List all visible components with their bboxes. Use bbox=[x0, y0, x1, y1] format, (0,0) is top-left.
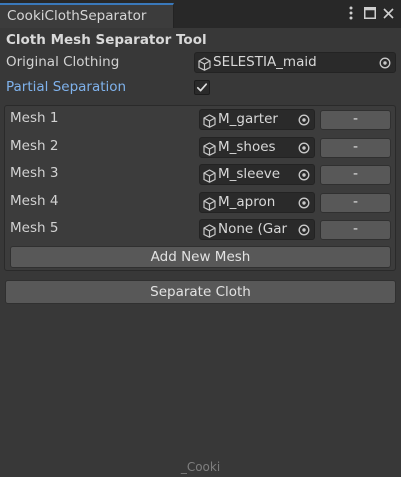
object-picker-icon[interactable] bbox=[293, 220, 314, 239]
partial-separation-checkbox[interactable] bbox=[194, 80, 210, 95]
mesh-object-value: M_shoes bbox=[218, 139, 276, 155]
remove-mesh-button[interactable]: - bbox=[320, 137, 391, 158]
mesh-object-value: M_garter bbox=[218, 111, 278, 127]
original-clothing-field[interactable]: SELESTIA_maid bbox=[194, 52, 396, 73]
footer-credit: _Cooki bbox=[180, 460, 221, 474]
object-picker-icon[interactable] bbox=[293, 165, 314, 184]
mesh-object-value: M_sleeve bbox=[218, 166, 281, 182]
gameobject-cube-icon bbox=[203, 168, 216, 183]
mesh-object-field[interactable]: M_shoes bbox=[199, 137, 315, 158]
remove-mesh-button[interactable]: - bbox=[320, 109, 391, 130]
tab-bar: CookiClothSeparator bbox=[0, 0, 401, 28]
mesh-object-field[interactable]: M_apron bbox=[199, 192, 315, 213]
checkmark-icon bbox=[196, 83, 208, 92]
object-picker-icon[interactable] bbox=[293, 193, 314, 212]
gameobject-cube-icon bbox=[203, 141, 216, 156]
gameobject-cube-icon bbox=[203, 113, 216, 128]
more-options-icon[interactable] bbox=[344, 5, 357, 21]
mesh-label: Mesh 2 bbox=[10, 138, 59, 154]
object-picker-icon[interactable] bbox=[293, 138, 314, 157]
mesh-object-value: M_apron bbox=[218, 194, 276, 210]
mesh-label: Mesh 3 bbox=[10, 165, 59, 181]
maximize-icon[interactable] bbox=[363, 5, 376, 21]
separate-cloth-button[interactable]: Separate Cloth bbox=[5, 280, 396, 304]
remove-mesh-button[interactable]: - bbox=[320, 192, 391, 213]
mesh-label: Mesh 4 bbox=[10, 193, 59, 209]
original-clothing-value: SELESTIA_maid bbox=[213, 54, 317, 70]
cooki-cloth-separator-window: CookiClothSeparator Cloth Mesh Separator… bbox=[0, 0, 401, 477]
mesh-object-field[interactable]: None (Gar bbox=[199, 219, 315, 240]
mesh-object-field[interactable]: M_sleeve bbox=[199, 164, 315, 185]
mesh-object-field[interactable]: M_garter bbox=[199, 109, 315, 130]
partial-separation-label: Partial Separation bbox=[6, 79, 127, 95]
gameobject-cube-icon bbox=[203, 223, 216, 238]
add-new-mesh-button[interactable]: Add New Mesh bbox=[10, 246, 391, 268]
window-controls bbox=[344, 5, 395, 21]
remove-mesh-button[interactable]: - bbox=[320, 164, 391, 185]
mesh-label: Mesh 1 bbox=[10, 110, 59, 126]
object-picker-icon[interactable] bbox=[374, 53, 395, 72]
mesh-label: Mesh 5 bbox=[10, 220, 59, 236]
tool-title: Cloth Mesh Separator Tool bbox=[6, 32, 207, 48]
gameobject-cube-icon bbox=[203, 196, 216, 211]
close-icon[interactable] bbox=[382, 5, 395, 21]
object-picker-icon[interactable] bbox=[293, 110, 314, 129]
mesh-object-value: None (Gar bbox=[218, 221, 288, 237]
gameobject-cube-icon bbox=[198, 56, 211, 71]
tab-cooki-cloth-separator[interactable]: CookiClothSeparator bbox=[0, 3, 174, 28]
original-clothing-label: Original Clothing bbox=[6, 54, 120, 70]
remove-mesh-button[interactable]: - bbox=[320, 219, 391, 240]
tab-title: CookiClothSeparator bbox=[7, 8, 147, 24]
